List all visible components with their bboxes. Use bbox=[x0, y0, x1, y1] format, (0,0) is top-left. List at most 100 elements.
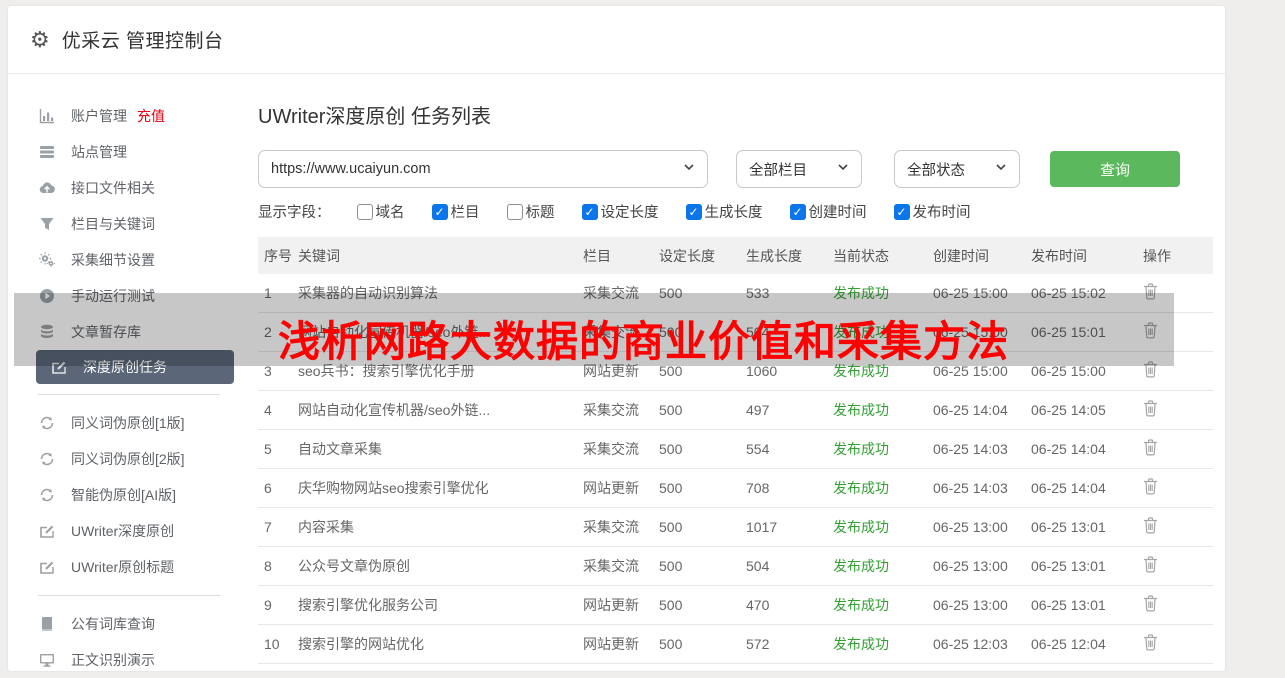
query-button[interactable]: 查询 bbox=[1050, 151, 1180, 187]
sidebar-item-label: 接口文件相关 bbox=[71, 180, 155, 196]
trash-icon[interactable] bbox=[1143, 478, 1158, 495]
sidebar-item-0-0[interactable]: 账户管理 充值 bbox=[8, 98, 250, 134]
field-checkbox-4[interactable]: ✓ 生成长度 bbox=[685, 201, 763, 222]
field-checkbox-label: 栏目 bbox=[450, 205, 480, 221]
sidebar-divider bbox=[38, 394, 220, 395]
row-index: 7 bbox=[264, 519, 272, 535]
sidebar-item-label: 同义词伪原创[2版] bbox=[71, 451, 185, 467]
row-index: 4 bbox=[264, 402, 272, 418]
set-length-cell: 500 bbox=[659, 519, 683, 535]
sidebar-item-label: 正文识别演示 bbox=[71, 652, 155, 668]
site-select[interactable]: https://www.ucaiyun.com bbox=[258, 150, 708, 188]
field-checkbox-2[interactable]: 标题 bbox=[506, 201, 555, 222]
sidebar-item-0-3[interactable]: 栏目与关键词 bbox=[8, 206, 250, 242]
sidebar-item-label: UWriter深度原创 bbox=[71, 523, 175, 539]
field-checkbox-label: 生成长度 bbox=[704, 205, 763, 221]
created-time-cell: 06-25 13:00 bbox=[933, 597, 1008, 613]
trash-icon[interactable] bbox=[1143, 556, 1158, 573]
category-cell: 采集交流 bbox=[583, 519, 639, 535]
sidebar-item-1-3[interactable]: UWriter深度原创 bbox=[8, 513, 250, 549]
sidebar-item-label: 采集细节设置 bbox=[71, 252, 155, 268]
sidebar-item-label: 公有词库查询 bbox=[71, 616, 155, 632]
gear-icon: ⚙ bbox=[30, 26, 50, 52]
category-select[interactable]: 全部栏目 bbox=[736, 150, 862, 188]
checkbox-checked-icon: ✓ bbox=[431, 203, 448, 220]
trash-icon[interactable] bbox=[1143, 400, 1158, 417]
page-title: UWriter深度原创 任务列表 bbox=[258, 106, 491, 128]
row-index: 9 bbox=[264, 597, 272, 613]
gen-length-cell: 572 bbox=[746, 636, 770, 652]
sidebar-item-2-1[interactable]: 正文识别演示 bbox=[8, 642, 250, 678]
status-cell: 发布成功 bbox=[833, 480, 889, 496]
category-cell: 采集交流 bbox=[583, 441, 639, 457]
gen-length-cell: 1017 bbox=[746, 519, 778, 535]
field-checkbox-5[interactable]: ✓ 创建时间 bbox=[789, 201, 867, 222]
sidebar-divider bbox=[38, 595, 220, 596]
edit-icon bbox=[38, 559, 55, 576]
refresh-icon bbox=[38, 415, 55, 432]
chevron-down-icon bbox=[995, 161, 1007, 177]
checkbox-checked-icon: ✓ bbox=[893, 203, 910, 220]
publish-time-cell: 06-25 14:04 bbox=[1031, 441, 1106, 457]
display-fields-row: 显示字段： 域名 ✓ 栏目 标题 ✓ 设定长度 ✓ 生成长度 ✓ 创建时间 ✓ 发布时间 bbox=[258, 201, 1213, 222]
keyword-cell: 自动文章采集 bbox=[298, 441, 382, 457]
status-select[interactable]: 全部状态 bbox=[894, 150, 1020, 188]
keyword-cell: 搜索引擎的网站优化 bbox=[298, 636, 424, 652]
sidebar-item-1-2[interactable]: 智能伪原创[AI版] bbox=[8, 477, 250, 513]
table-row: 7 内容采集 采集交流 500 1017 发布成功 06-25 13:00 06-25 13:… bbox=[258, 508, 1213, 547]
field-checkbox-1[interactable]: ✓ 栏目 bbox=[431, 201, 480, 222]
status-cell: 发布成功 bbox=[833, 558, 889, 574]
table-row: 9 搜索引擎优化服务公司 网站更新 500 470 发布成功 06-25 13:00 06-2… bbox=[258, 586, 1213, 625]
main-content: UWriter深度原创 任务列表 https://www.ucaiyun.com… bbox=[250, 74, 1233, 670]
created-time-cell: 06-25 13:00 bbox=[933, 558, 1008, 574]
server-icon bbox=[38, 144, 55, 161]
column-header: 栏目 bbox=[583, 247, 611, 264]
set-length-cell: 500 bbox=[659, 402, 683, 418]
keyword-cell: 搜索引擎优化服务公司 bbox=[298, 597, 438, 613]
chevron-down-icon bbox=[837, 161, 849, 177]
table-row: 6 庆华购物网站seo搜索引擎优化 网站更新 500 708 发布成功 06-25 14:0… bbox=[258, 469, 1213, 508]
trash-icon[interactable] bbox=[1143, 517, 1158, 534]
column-header: 操作 bbox=[1143, 247, 1171, 264]
trash-icon[interactable] bbox=[1143, 439, 1158, 456]
field-checkbox-6[interactable]: ✓ 发布时间 bbox=[893, 201, 971, 222]
column-header: 当前状态 bbox=[833, 247, 889, 264]
recharge-link[interactable]: 充值 bbox=[137, 106, 165, 126]
publish-time-cell: 06-25 12:04 bbox=[1031, 636, 1106, 652]
funnel-icon bbox=[38, 216, 55, 233]
set-length-cell: 500 bbox=[659, 636, 683, 652]
row-index: 5 bbox=[264, 441, 272, 457]
sidebar-item-0-2[interactable]: 接口文件相关 bbox=[8, 170, 250, 206]
cloud-upload-icon bbox=[38, 180, 55, 197]
checkbox-checked-icon: ✓ bbox=[789, 203, 806, 220]
publish-time-cell: 06-25 14:05 bbox=[1031, 402, 1106, 418]
sidebar-item-0-4[interactable]: 采集细节设置 bbox=[8, 242, 250, 278]
sidebar-item-1-0[interactable]: 同义词伪原创[1版] bbox=[8, 405, 250, 441]
publish-time-cell: 06-25 13:01 bbox=[1031, 519, 1106, 535]
checkbox-unchecked-icon bbox=[506, 203, 523, 220]
app-header: ⚙ 优采云 管理控制台 bbox=[8, 6, 1225, 74]
column-header: 发布时间 bbox=[1031, 247, 1087, 264]
sidebar-item-label: 栏目与关键词 bbox=[71, 216, 155, 232]
sidebar-item-1-4[interactable]: UWriter原创标题 bbox=[8, 549, 250, 585]
gen-length-cell: 497 bbox=[746, 402, 770, 418]
field-checkbox-label: 域名 bbox=[375, 205, 405, 221]
category-cell: 网站更新 bbox=[583, 597, 639, 613]
trash-icon[interactable] bbox=[1143, 634, 1158, 651]
field-checkbox-0[interactable]: 域名 bbox=[356, 201, 405, 222]
sidebar-item-label: 账户管理 bbox=[71, 108, 127, 124]
row-index: 6 bbox=[264, 480, 272, 496]
sidebar-item-0-1[interactable]: 站点管理 bbox=[8, 134, 250, 170]
sidebar-item-1-1[interactable]: 同义词伪原创[2版] bbox=[8, 441, 250, 477]
field-checkbox-label: 标题 bbox=[525, 205, 555, 221]
field-checkbox-3[interactable]: ✓ 设定长度 bbox=[581, 201, 659, 222]
status-select-value: 全部状态 bbox=[907, 162, 965, 179]
status-cell: 发布成功 bbox=[833, 636, 889, 652]
category-cell: 网站更新 bbox=[583, 636, 639, 652]
publish-time-cell: 06-25 14:04 bbox=[1031, 480, 1106, 496]
trash-icon[interactable] bbox=[1143, 595, 1158, 612]
sidebar-item-2-0[interactable]: 公有词库查询 bbox=[8, 606, 250, 642]
refresh-icon bbox=[38, 451, 55, 468]
gen-length-cell: 504 bbox=[746, 558, 770, 574]
column-header: 生成长度 bbox=[746, 247, 802, 264]
